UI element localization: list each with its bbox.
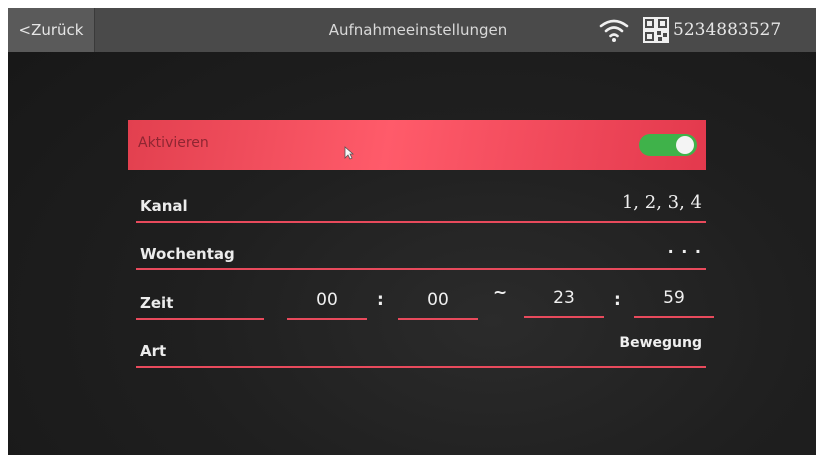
range-separator: ~ [493,283,508,303]
divider [136,366,706,368]
time-underline [287,318,367,320]
wifi-icon [599,19,629,42]
enable-label: Aktivieren [138,135,209,151]
back-button[interactable]: <Zurück [8,8,95,52]
start-minute-field[interactable]: 00 [398,290,478,310]
channel-value[interactable]: 1, 2, 3, 4 [622,192,702,213]
time-colon: : [614,290,621,310]
time-row: Zeit 00 : 00 ~ 23 : 59 [128,275,706,323]
start-hour-field[interactable]: 00 [287,290,367,310]
channel-label: Kanal [140,197,188,215]
enable-toggle[interactable] [639,134,697,156]
top-bar: <Zurück Aufnahmeeinstellungen 5234883527 [8,8,816,52]
type-label: Art [140,342,167,360]
device-id: 5234883527 [673,20,782,40]
time-underline [136,318,264,320]
weekday-value[interactable]: · · · [668,242,702,261]
time-underline [634,316,714,318]
toggle-knob [676,136,694,154]
time-colon: : [377,290,384,310]
page-title: Aufnahmeeinstellungen [328,21,508,39]
time-label: Zeit [140,294,174,312]
end-minute-field[interactable]: 59 [634,288,714,308]
divider [136,221,706,223]
divider [136,268,706,270]
qr-code-icon[interactable] [643,17,669,43]
type-value[interactable]: Bewegung [619,335,702,351]
time-underline [398,318,478,320]
mouse-cursor-icon [344,146,354,160]
weekday-label: Wochentag [140,245,235,263]
time-underline [524,316,604,318]
end-hour-field[interactable]: 23 [524,288,604,308]
screen: <Zurück Aufnahmeeinstellungen 5234883527… [8,8,816,455]
enable-row[interactable]: Aktivieren [128,120,706,170]
